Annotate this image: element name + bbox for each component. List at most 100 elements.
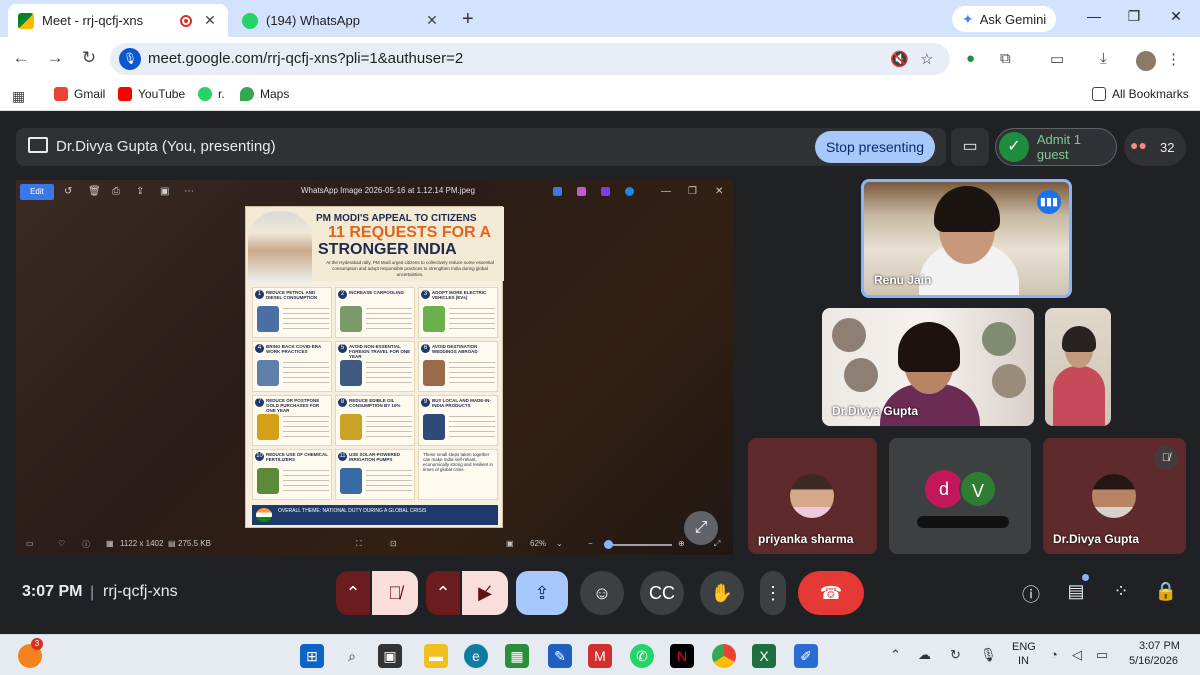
- media-muted-icon[interactable]: 🔇: [890, 50, 909, 68]
- netflix-icon[interactable]: N: [670, 644, 694, 668]
- restore-icon[interactable]: ❐: [1124, 8, 1144, 25]
- volume-icon[interactable]: ◁: [1072, 647, 1082, 663]
- chrome-icon[interactable]: [712, 644, 736, 668]
- bookmark-star-icon[interactable]: ☆: [920, 50, 933, 68]
- admit-guest-button[interactable]: ✓ Admit 1 guest: [995, 128, 1117, 166]
- tile-divya-gupta-2[interactable]: 🎙̸ Dr.Divya Gupta: [1043, 438, 1186, 554]
- viewer-maximize-icon[interactable]: ❐: [688, 186, 697, 197]
- tile-participant-small[interactable]: [1045, 308, 1111, 426]
- captions-icon[interactable]: CC: [640, 571, 684, 615]
- more-menu-icon[interactable]: ⋮: [1166, 50, 1181, 68]
- cloud-icon[interactable]: ☁: [918, 647, 931, 663]
- slideshow-icon[interactable]: ▣: [160, 186, 169, 197]
- camera-off-button[interactable]: ▶̸: [462, 571, 508, 615]
- viewer-minimize-icon[interactable]: —: [661, 186, 671, 197]
- tile-divya-gupta[interactable]: Dr.Divya Gupta: [822, 308, 1034, 426]
- minimize-icon[interactable]: —: [1084, 8, 1104, 24]
- host-controls-icon[interactable]: 🔒: [1154, 581, 1178, 602]
- whatsapp-icon[interactable]: ✆: [630, 644, 654, 668]
- zoom-slider-track[interactable]: [606, 544, 672, 546]
- bookmark-youtube[interactable]: YouTube: [118, 87, 185, 101]
- end-call-button[interactable]: ☎: [798, 571, 864, 615]
- download-icon[interactable]: ⤓: [1100, 50, 1107, 67]
- tile-renu-jain[interactable]: ▮▮▮ Renu Jain: [861, 179, 1072, 298]
- battery-icon[interactable]: ▭: [1096, 647, 1108, 663]
- tray-time[interactable]: 3:07 PM: [1139, 640, 1180, 652]
- region[interactable]: IN: [1018, 655, 1029, 667]
- close-tab-icon[interactable]: ✕: [202, 12, 218, 29]
- all-bookmarks[interactable]: All Bookmarks: [1092, 87, 1189, 101]
- task-view-icon[interactable]: ▣: [378, 644, 402, 668]
- ask-gemini-button[interactable]: ✦ Ask Gemini: [952, 6, 1057, 32]
- store-icon[interactable]: ▦: [505, 644, 529, 668]
- grammarly-icon[interactable]: ●: [966, 50, 975, 67]
- expand-icon[interactable]: ⤢: [684, 511, 718, 545]
- zoom-slider-handle[interactable]: [604, 540, 613, 549]
- zoom-out-icon[interactable]: −: [588, 539, 593, 548]
- address-bar[interactable]: 🎙 meet.google.com/rrj-qcfj-xns?pli=1&aut…: [110, 43, 950, 75]
- fit-screen-icon[interactable]: ⛶: [356, 539, 362, 549]
- activities-icon[interactable]: ⁘: [1109, 581, 1133, 602]
- language[interactable]: ENG: [1012, 641, 1036, 653]
- forward-button[interactable]: →: [44, 48, 66, 68]
- bookmark-maps[interactable]: Maps: [240, 87, 289, 101]
- pen-app-icon[interactable]: ✎: [548, 644, 572, 668]
- share-icon[interactable]: ⇪: [136, 186, 144, 197]
- close-tab-icon[interactable]: ✕: [424, 12, 440, 29]
- stop-presenting-button[interactable]: Stop presenting: [815, 131, 935, 163]
- onedrive-icon[interactable]: [625, 187, 634, 196]
- emoji-reactions-icon[interactable]: ☺: [580, 571, 624, 615]
- extensions-icon[interactable]: ⧉: [1000, 50, 1011, 67]
- excel-icon[interactable]: X: [752, 644, 776, 668]
- zoom-level[interactable]: 62%: [530, 539, 546, 548]
- sync-icon[interactable]: ↻: [950, 647, 961, 663]
- bookmark-gmail[interactable]: Gmail: [54, 87, 105, 101]
- people-button[interactable]: ●● 32: [1124, 128, 1186, 166]
- show-hidden-icons-icon[interactable]: ⌃: [890, 647, 901, 663]
- more-icon[interactable]: ⋯: [184, 186, 194, 197]
- edge-icon[interactable]: e: [464, 644, 488, 668]
- app-icon-3[interactable]: [601, 187, 610, 196]
- zoom-dropdown-icon[interactable]: ⌄: [556, 539, 563, 548]
- viewer-close-icon[interactable]: ✕: [715, 186, 723, 197]
- tab-meet[interactable]: Meet - rrj-qcfj-xns ✕: [8, 4, 228, 37]
- tray-date[interactable]: 5/16/2026: [1129, 655, 1178, 667]
- present-options-icon[interactable]: ▭: [951, 128, 989, 166]
- mic-tray-icon[interactable]: 🎙: [980, 647, 997, 663]
- reload-button[interactable]: ↻: [78, 48, 100, 68]
- mcafee-icon[interactable]: M: [588, 644, 612, 668]
- zoom-fit-icon[interactable]: ▣: [506, 539, 514, 548]
- print-icon[interactable]: ⎙: [112, 186, 120, 197]
- search-icon[interactable]: ⌕: [340, 644, 364, 668]
- reading-mode-icon[interactable]: ▭: [1050, 50, 1064, 68]
- favorite-icon[interactable]: ♡: [58, 539, 65, 548]
- tile-priyanka-sharma[interactable]: priyanka sharma: [748, 438, 877, 554]
- meeting-info-icon[interactable]: ⓘ: [1019, 581, 1043, 607]
- apps-grid-icon[interactable]: ▦: [12, 88, 25, 105]
- start-icon[interactable]: ⊞: [300, 644, 324, 668]
- fullscreen-icon[interactable]: ⤢: [714, 539, 720, 549]
- edit-button[interactable]: Edit: [20, 184, 54, 200]
- microphone-icon[interactable]: 🎙: [119, 48, 141, 70]
- mic-off-button[interactable]: 🎙̸: [372, 571, 418, 615]
- video-options-chevron-icon[interactable]: ⌃: [426, 571, 460, 615]
- rotate-icon[interactable]: ↺: [64, 186, 72, 197]
- raise-hand-icon[interactable]: ✋: [700, 571, 744, 615]
- tab-whatsapp[interactable]: (194) WhatsApp ✕: [232, 4, 450, 37]
- app-icon-1[interactable]: [553, 187, 562, 196]
- actual-size-icon[interactable]: ⊡: [390, 539, 397, 548]
- present-screen-button[interactable]: ⇪: [516, 571, 568, 615]
- delete-icon[interactable]: 🗑: [88, 186, 101, 197]
- paint-icon[interactable]: ✐: [794, 644, 818, 668]
- filmstrip-icon[interactable]: ▭: [26, 539, 34, 548]
- app-icon-2[interactable]: [577, 187, 586, 196]
- chat-icon[interactable]: ▤: [1064, 581, 1088, 602]
- new-tab-button[interactable]: +: [462, 8, 474, 31]
- profile-avatar[interactable]: [1136, 51, 1156, 71]
- back-button[interactable]: ←: [10, 48, 32, 68]
- bookmark-whatsapp[interactable]: r.: [198, 87, 225, 101]
- file-explorer-icon[interactable]: ▬: [424, 644, 448, 668]
- zoom-in-icon[interactable]: ⊕: [678, 539, 685, 548]
- window-close-icon[interactable]: ✕: [1166, 8, 1186, 25]
- wifi-icon[interactable]: ◔: [1050, 647, 1058, 662]
